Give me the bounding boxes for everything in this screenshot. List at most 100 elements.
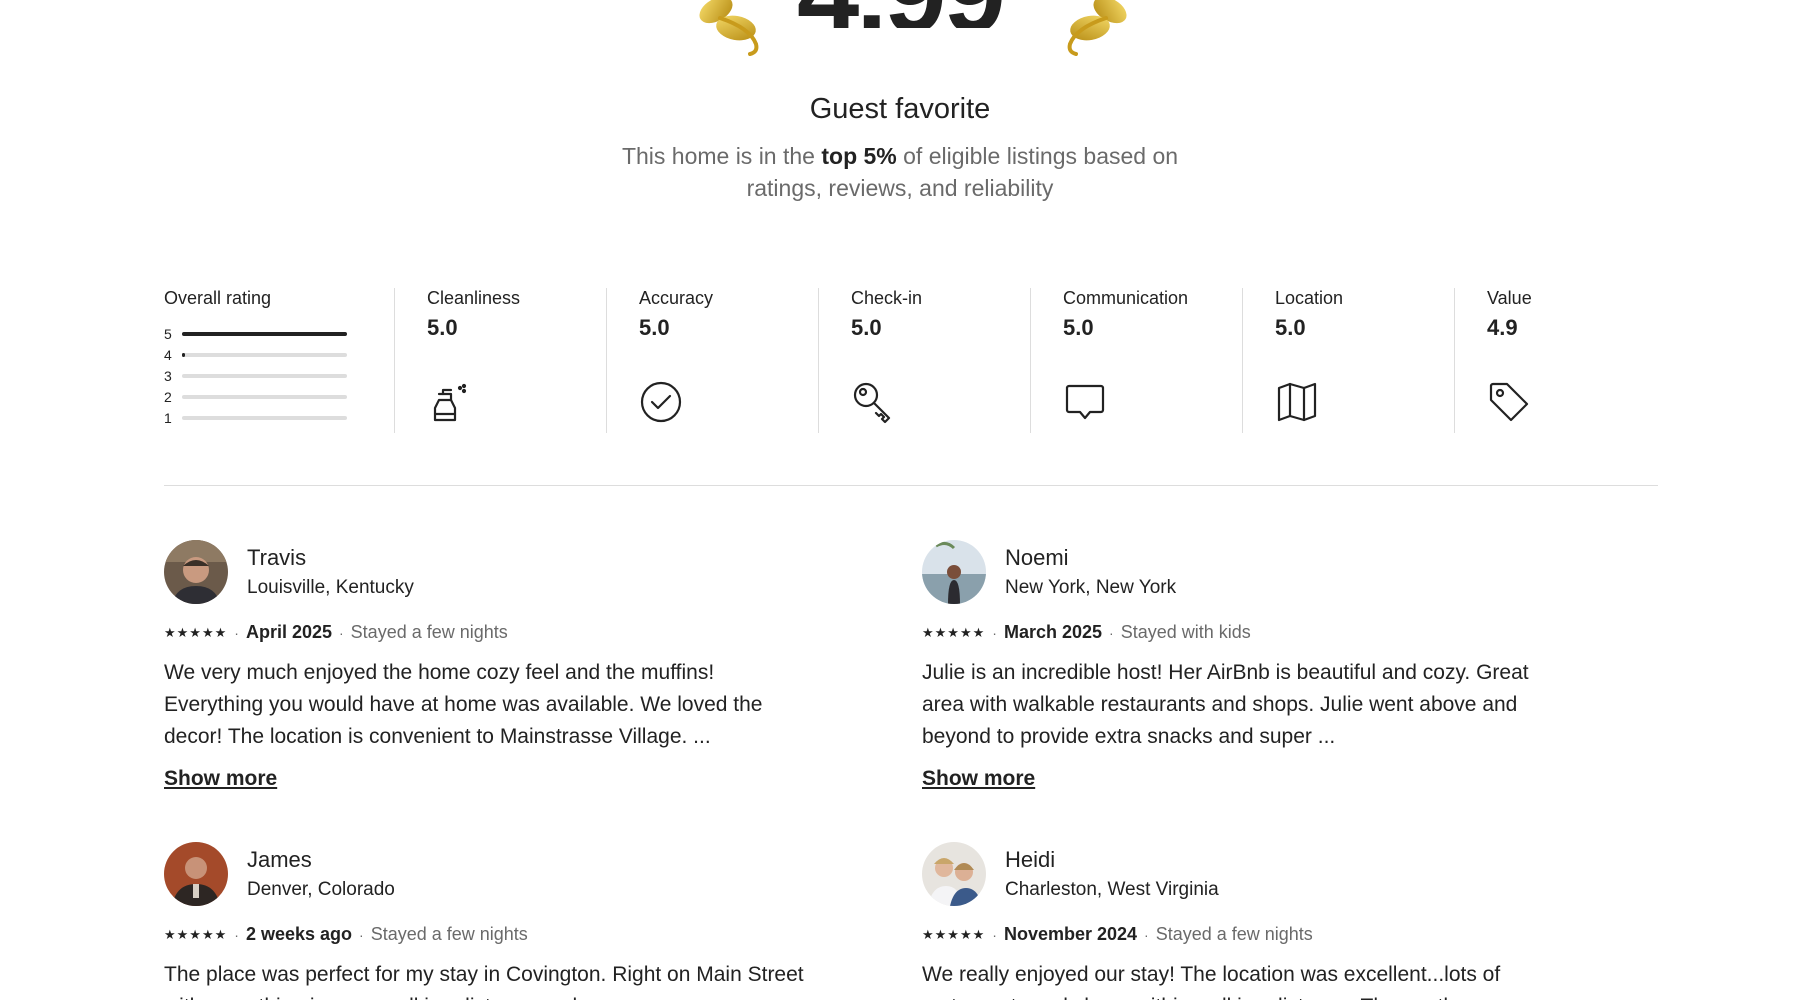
category-value: 4.9 [1487, 315, 1518, 340]
category-value: 5.0 [1275, 315, 1306, 340]
reviewer-location: Charleston, West Virginia [1005, 879, 1219, 900]
review-card: James Denver, Colorado ★★★★★ · 2 weeks a… [164, 842, 804, 1000]
separator-dot: · [992, 926, 997, 943]
avatar[interactable] [164, 842, 228, 906]
map-icon [1275, 380, 1319, 424]
category-label: Accuracy [639, 288, 714, 308]
star-rating-icon: ★★★★★ [922, 926, 986, 942]
category-label: Value [1487, 288, 1532, 308]
review-text: We very much enjoyed the home cozy feel … [164, 661, 763, 748]
distribution-stars: 3 [164, 367, 172, 384]
category-value: 5.0 [1063, 315, 1094, 340]
distribution-row: 4 [164, 344, 364, 365]
subtitle-text: This home is in the [621, 143, 822, 169]
star-rating-icon: ★★★★★ [164, 926, 228, 942]
reviewer-info: Noemi New York, New York [1005, 545, 1176, 599]
review-header: Noemi New York, New York [922, 540, 1562, 604]
review-meta: ★★★★★ · March 2025 · Stayed with kids [922, 622, 1562, 643]
reviewer-name: Heidi [1005, 847, 1056, 872]
review-date: March 2025 [1003, 622, 1103, 642]
separator-dot: · [1144, 926, 1149, 943]
separator-dot: · [234, 624, 239, 641]
reviewer-name: Travis [247, 545, 307, 570]
separator-dot: · [234, 926, 239, 943]
review-text: The place was perfect for my stay in Cov… [164, 963, 804, 1000]
review-header: Heidi Charleston, West Virginia [922, 842, 1562, 906]
category-communication: Communication 5.0 [1030, 288, 1241, 433]
category-checkin: Check-in 5.0 [818, 288, 1029, 433]
spray-bottle-icon [427, 380, 471, 424]
stay-type: Stayed with kids [1120, 622, 1251, 642]
overall-rating: Overall rating 5 4 3 2 1 [164, 288, 364, 428]
distribution-row: 3 [164, 365, 364, 386]
stay-type: Stayed a few nights [370, 924, 528, 944]
review-text: Julie is an incredible host! Her AirBnb … [922, 661, 1529, 748]
avatar[interactable] [164, 540, 228, 604]
category-label: Cleanliness [427, 288, 521, 308]
reviewer-name: James [247, 847, 312, 872]
distribution-row: 2 [164, 386, 364, 407]
category-value: 5.0 [851, 315, 882, 340]
category-value: Value 4.9 [1454, 288, 1665, 433]
review-date: April 2025 [245, 622, 332, 642]
guest-favorite-hero: 4.99 Guest favorite This home is in the … [0, 0, 1800, 230]
distribution-fill [182, 352, 186, 357]
subtitle-highlight: top 5% [821, 143, 897, 169]
separator-dot: · [1109, 624, 1114, 641]
category-label: Check-in [851, 288, 923, 308]
distribution-row: 5 [164, 323, 364, 344]
check-circle-icon [639, 380, 683, 424]
distribution-track [182, 394, 347, 399]
show-more-button[interactable]: Show more [922, 767, 1035, 791]
section-divider [164, 485, 1658, 486]
key-icon [851, 380, 895, 424]
rating-distribution: 5 4 3 2 1 [164, 323, 364, 428]
review-header: Travis Louisville, Kentucky [164, 540, 804, 604]
reviewer-info: Travis Louisville, Kentucky [247, 545, 414, 599]
review-date: 2 weeks ago [245, 924, 353, 944]
review-card: Travis Louisville, Kentucky ★★★★★ · Apri… [164, 540, 804, 791]
distribution-row: 1 [164, 407, 364, 428]
review-header: James Denver, Colorado [164, 842, 804, 906]
distribution-stars: 1 [164, 409, 172, 426]
category-cleanliness: Cleanliness 5.0 [394, 288, 605, 433]
review-date: November 2024 [1003, 924, 1138, 944]
distribution-stars: 4 [164, 346, 172, 363]
reviewer-name: Noemi [1005, 545, 1069, 570]
review-meta: ★★★★★ · November 2024 · Stayed a few nig… [922, 924, 1562, 945]
reviewer-location: Denver, Colorado [247, 879, 395, 900]
star-rating-icon: ★★★★★ [922, 624, 986, 640]
reviewer-info: Heidi Charleston, West Virginia [1005, 847, 1219, 901]
category-label: Communication [1063, 288, 1189, 308]
category-label: Location [1275, 288, 1344, 308]
reviewer-location: Louisville, Kentucky [247, 577, 414, 598]
distribution-track [182, 415, 347, 420]
reviewer-info: James Denver, Colorado [247, 847, 395, 901]
avatar[interactable] [922, 842, 986, 906]
avatar[interactable] [922, 540, 986, 604]
overall-score: 4.99 [0, 0, 1800, 28]
chat-bubble-icon [1063, 380, 1107, 424]
reviewer-location: New York, New York [1005, 577, 1177, 598]
distribution-track [182, 352, 347, 357]
distribution-stars: 2 [164, 388, 172, 405]
review-card: Heidi Charleston, West Virginia ★★★★★ · … [922, 842, 1562, 1000]
distribution-track [182, 331, 347, 336]
show-more-button[interactable]: Show more [164, 767, 277, 791]
rating-breakdown: Overall rating 5 4 3 2 1 Cleanliness 5.0… [164, 288, 1658, 433]
overall-rating-label: Overall rating [164, 288, 272, 308]
category-location: Location 5.0 [1242, 288, 1453, 433]
category-value: 5.0 [639, 315, 670, 340]
price-tag-icon [1487, 380, 1531, 424]
review-meta: ★★★★★ · April 2025 · Stayed a few nights [164, 622, 804, 643]
review-card: Noemi New York, New York ★★★★★ · March 2… [922, 540, 1562, 791]
stay-type: Stayed a few nights [1155, 924, 1313, 944]
separator-dot: · [992, 624, 997, 641]
distribution-track [182, 373, 347, 378]
distribution-stars: 5 [164, 325, 172, 342]
laurel-right-icon [1046, 0, 1146, 88]
review-text: We really enjoyed our stay! The location… [922, 963, 1501, 1000]
category-accuracy: Accuracy 5.0 [606, 288, 817, 433]
distribution-fill [182, 331, 347, 336]
review-meta: ★★★★★ · 2 weeks ago · Stayed a few night… [164, 924, 804, 945]
